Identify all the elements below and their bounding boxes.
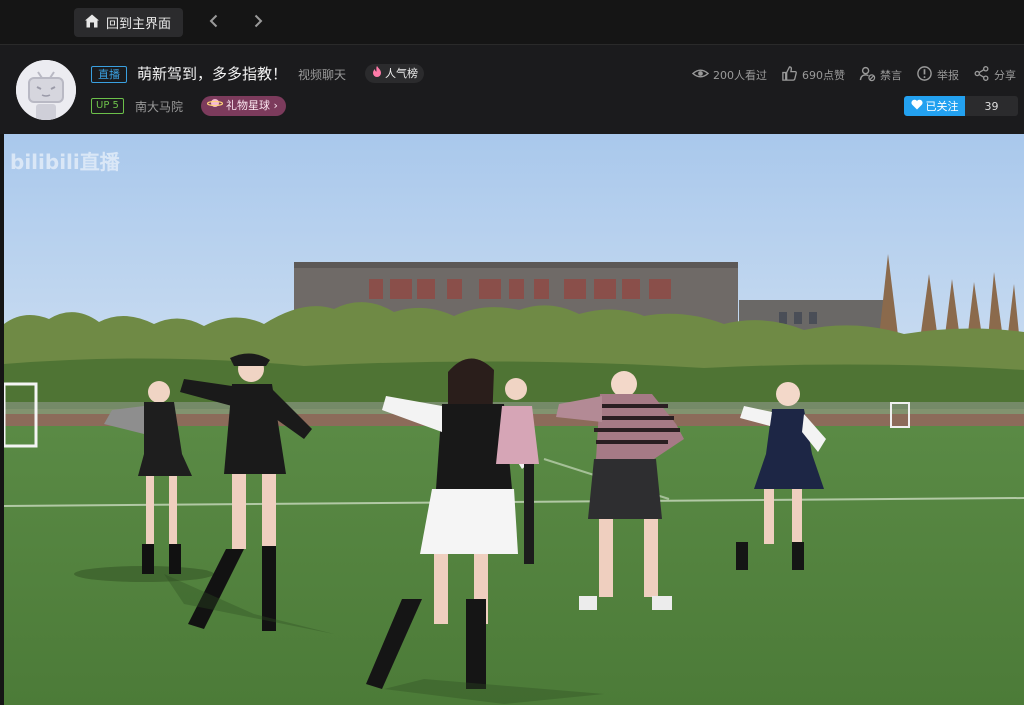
thumbs-up-icon [781, 65, 798, 85]
gift-planet-label: 礼物星球 › [226, 99, 278, 112]
share-icon [973, 65, 990, 85]
room-stats: 200人看过 690点赞 禁言 举报 分享 [691, 65, 1016, 85]
follow-button[interactable]: 已关注 [904, 96, 965, 116]
viewer-count-label: 200人看过 [713, 69, 767, 82]
room-title: 萌新驾到，多多指教！ [137, 65, 288, 83]
live-badge: 直播 [91, 66, 127, 83]
avatar[interactable] [16, 60, 76, 120]
planet-icon [206, 96, 224, 116]
home-button[interactable]: 回到主界面 [74, 8, 183, 37]
follow-label: 已关注 [925, 100, 959, 113]
popularity-label: 人气榜 [385, 67, 418, 80]
forward-arrow-icon[interactable] [247, 10, 269, 32]
report-label: 举报 [937, 69, 959, 82]
like-button[interactable]: 690点赞 [781, 65, 845, 85]
up-level-badge: UP 5 [91, 98, 124, 114]
top-nav-bar: 回到主界面 [0, 0, 1024, 44]
mute-button[interactable]: 禁言 [859, 65, 902, 85]
heart-icon [910, 99, 923, 113]
user-block-icon [859, 65, 876, 85]
follower-count: 39 [965, 96, 1018, 116]
eye-icon [691, 65, 710, 85]
video-frame [4, 134, 1024, 705]
report-button[interactable]: 举报 [916, 65, 959, 85]
back-arrow-icon[interactable] [203, 10, 225, 32]
like-count-label: 690点赞 [802, 69, 845, 82]
follow-widget: 已关注 39 [904, 96, 1018, 116]
room-category[interactable]: 视频聊天 [298, 66, 346, 83]
video-player[interactable]: bilibili直播 [4, 134, 1024, 705]
warning-icon [916, 65, 933, 85]
popularity-rank-button[interactable]: 人气榜 [365, 64, 424, 83]
home-icon [84, 13, 100, 33]
gift-planet-button[interactable]: 礼物星球 › [201, 96, 286, 116]
room-area[interactable]: 南大马院 [135, 98, 183, 115]
share-button[interactable]: 分享 [973, 65, 1016, 85]
share-label: 分享 [994, 69, 1016, 82]
bilibili-live-watermark: bilibili直播 [10, 150, 120, 174]
viewer-count: 200人看过 [691, 65, 767, 85]
mute-label: 禁言 [880, 69, 902, 82]
flame-icon [371, 64, 383, 83]
room-header: 直播 萌新驾到，多多指教！ 视频聊天 人气榜 UP 5 南大马院 礼物星球 › … [0, 44, 1024, 134]
home-button-label: 回到主界面 [106, 17, 172, 32]
